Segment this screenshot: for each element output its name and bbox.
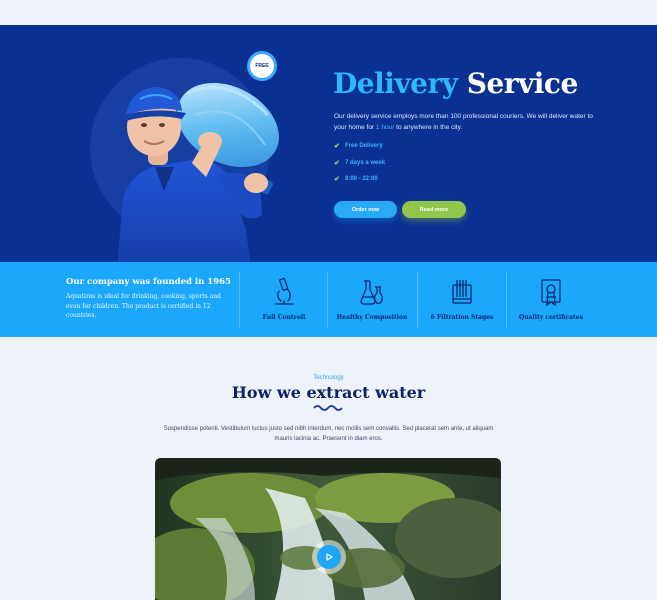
feature-label: 6 Filtration Stages — [430, 314, 494, 321]
section-kicker: Technology — [313, 375, 344, 381]
wave-divider-icon — [313, 405, 343, 411]
order-now-button[interactable]: Order now — [334, 201, 397, 218]
waterfall-image — [155, 458, 501, 600]
divider — [327, 272, 328, 328]
section-description: Suspendisse potenti. Vestibulum luctus j… — [163, 426, 494, 442]
feature-full-control[interactable]: Full Controll — [244, 262, 324, 337]
company-band: Our company was founded in 1965 Aquatira… — [0, 262, 657, 337]
feature-label: Full Controll — [262, 314, 306, 321]
hero-feature-list: ✔ Free Delivery ✔ 7 days a week ✔ 8:00 - 22… — [334, 138, 385, 188]
filter-icon — [452, 280, 472, 304]
feature-filtration-stages[interactable]: 6 Filtration Stages — [420, 262, 504, 337]
company-title: Our company was founded in 1965 — [66, 277, 231, 287]
feature-healthy-composition[interactable]: Healthy Composition — [330, 262, 414, 337]
delivery-man-photo — [118, 82, 279, 262]
hero-title-highlight: Delivery — [333, 67, 458, 100]
company-text: Aquatiras is ideal for drinking, cooking… — [66, 293, 221, 319]
certificate-icon — [541, 279, 561, 307]
feature-item: ✔ 8:00 - 22:00 — [334, 176, 378, 184]
check-icon: ✔ — [334, 176, 340, 184]
check-icon: ✔ — [334, 143, 340, 151]
check-icon: ✔ — [334, 159, 340, 167]
divider — [506, 272, 507, 328]
hero-description: Our delivery service employs more than 1… — [334, 113, 593, 131]
hero-section: FREE Delivery Service Our delivery servi… — [0, 25, 657, 262]
feature-quality-certificates[interactable]: Quality certificates — [509, 262, 593, 337]
microscope-icon — [275, 277, 294, 305]
feature-label: Healthy Composition — [336, 314, 408, 321]
feature-label: Quality certificates — [519, 314, 583, 321]
hero-description-highlight: 1 hour — [375, 124, 395, 131]
section-title: How we extract water — [231, 383, 426, 402]
top-strip — [0, 0, 657, 25]
feature-item: ✔ Free Delivery — [334, 143, 383, 151]
read-more-button[interactable]: Read more — [402, 201, 466, 218]
hero-title: Delivery Service — [333, 67, 578, 100]
video-thumbnail[interactable] — [155, 458, 501, 600]
divider — [417, 272, 418, 328]
free-badge: FREE — [250, 54, 274, 78]
play-button[interactable] — [312, 540, 346, 574]
divider — [239, 272, 240, 328]
play-icon — [317, 545, 341, 569]
feature-item: ✔ 7 days a week — [334, 159, 386, 167]
flask-icon — [360, 280, 383, 305]
hero-title-main: Service — [466, 67, 579, 100]
